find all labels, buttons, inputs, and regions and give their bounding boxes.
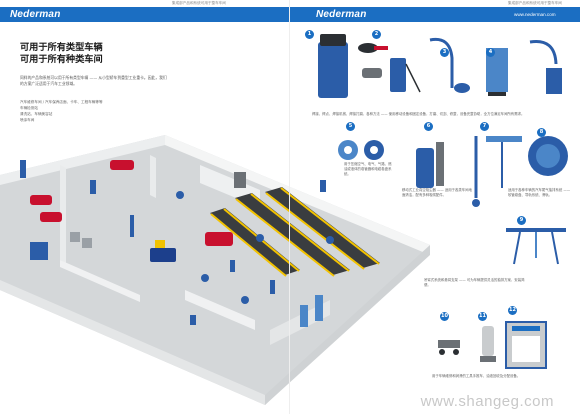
badge-2: 2 (372, 30, 381, 39)
intro-paragraph: 同样的产品和系统可以用于所有类型车辆 —— 从小型轿车到重型工业重卡。因此，我们… (20, 75, 167, 86)
badge-8: 8 (537, 128, 546, 137)
badge-5: 5 (346, 122, 355, 131)
badge-12: 12 (508, 306, 517, 315)
caption-crane: 吊臂式系统和悬臂支架 —— 可为车辆提供灵活的抽排方案，安装简便。 (424, 278, 525, 288)
website-url: www.nederman.com (514, 12, 556, 17)
product-row-bottom (438, 321, 547, 369)
badge-4: 4 (486, 48, 495, 57)
badge-9: 9 (517, 216, 526, 225)
caption-reels: 用于压缩空气、电气、气路、燃油或液体的卷管器和电缆卷盘系统。 (344, 162, 392, 177)
right-page: 集成部产品和系统可用于整车车间 Nederman www.nederman.co… (290, 0, 580, 414)
left-brand-logo: Nederman (10, 9, 61, 20)
product-row-top (318, 34, 562, 98)
page-fold (289, 0, 290, 414)
badge-1: 1 (305, 30, 314, 39)
page-title: 可用于所有类型车辆 可用于所有种类车间 (20, 42, 103, 66)
caption-vacuum: 移动式工业真空吸尘器 —— 适用于各类车间地面清洁，配有多种吸嘴配件。 (402, 188, 472, 198)
badge-10: 10 (440, 312, 449, 321)
watermark: www.shangeg.com (420, 393, 554, 410)
right-top-note: 集成部产品和系统可用于整车车间 (508, 1, 562, 5)
left-top-note: 集成部产品和系统可用于整车车间 (172, 1, 226, 5)
caption-welding: 焊接、焊点、焊接机械、焊接打磨，各种方法 —— 使用移动设备和固定设备，打磨、切… (312, 112, 525, 116)
right-brand-logo: Nederman (316, 9, 367, 20)
title-line-1: 可用于所有类型车辆 (20, 42, 103, 53)
title-line-2: 可用于所有种类车间 (20, 54, 103, 65)
caption-exhaust: 适用于各种车辆的汽车尾气抽排系统 —— 软管卷盘、导轨系统、滑轨。 (508, 188, 571, 198)
crane-arm-illustration (506, 228, 566, 265)
caption-lubrication: 用于车辆维修和润滑的工具手推车、油液回收及分配设备。 (432, 374, 521, 378)
badge-6: 6 (424, 122, 433, 131)
badge-7: 7 (480, 122, 489, 131)
badge-11: 11 (478, 312, 487, 321)
badge-3: 3 (440, 48, 449, 57)
